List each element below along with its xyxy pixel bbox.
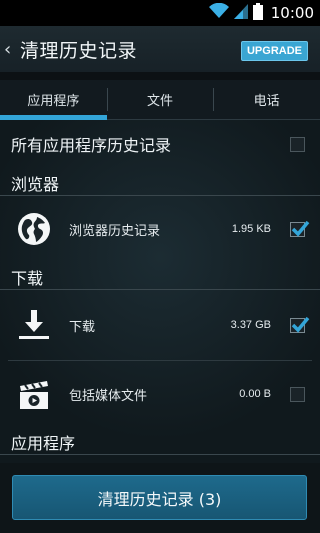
section-download: 下载 (0, 262, 320, 290)
tab-bar: 应用程序 文件 电话 (0, 80, 320, 120)
section-title-apps: 应用程序 (11, 434, 76, 453)
list-item-media-files[interactable]: 包括媒体文件 0.00 B (0, 361, 320, 427)
item-label: 下载 (69, 319, 96, 335)
all-apps-row[interactable]: 所有应用程序历史记录 (0, 120, 320, 168)
globe-icon (16, 211, 52, 247)
list-item-browser-history[interactable]: 浏览器历史记录 1.95 KB (0, 196, 320, 262)
download-checkbox[interactable] (290, 316, 310, 333)
bottom-bar: 清理历史记录 (3) (0, 463, 320, 533)
page-title[interactable]: 清理历史记录 (20, 36, 137, 63)
browser-history-checkbox[interactable] (290, 220, 310, 237)
upgrade-button[interactable]: UPGRADE (240, 41, 308, 61)
tab-phone[interactable]: 电话 (213, 80, 320, 119)
all-apps-checkbox[interactable] (290, 136, 305, 152)
media-clapper-icon (16, 376, 52, 412)
section-title-download: 下载 (11, 269, 44, 288)
item-size: 1.95 KB (231, 223, 271, 235)
section-apps: 应用程序 (0, 427, 320, 455)
list-item-download[interactable]: 下载 3.37 GB (0, 292, 320, 358)
battery-icon (252, 2, 263, 24)
item-label: 浏览器历史记录 (69, 223, 161, 239)
status-time: 10:00 (270, 4, 314, 22)
wifi-icon (208, 2, 229, 23)
download-icon (16, 307, 52, 343)
clean-history-button[interactable]: 清理历史记录 (3) (12, 475, 307, 520)
back-chevron-icon[interactable]: ‹ (4, 39, 16, 60)
section-title-browser: 浏览器 (11, 175, 60, 194)
item-label: 包括媒体文件 (69, 388, 148, 404)
history-list: 所有应用程序历史记录 浏览器 浏览器历史记录 1.95 KB 下载 下载 3.3… (0, 120, 320, 463)
section-browser: 浏览器 (0, 168, 320, 196)
media-files-checkbox[interactable] (290, 386, 305, 402)
action-bar: ‹ 清理历史记录 UPGRADE (0, 26, 320, 72)
tab-apps[interactable]: 应用程序 (0, 80, 107, 120)
signal-icon (233, 3, 248, 23)
item-size: 0.00 B (239, 388, 271, 400)
all-apps-label: 所有应用程序历史记录 (11, 136, 172, 155)
status-bar: 10:00 (0, 0, 320, 26)
tab-files[interactable]: 文件 (106, 80, 214, 119)
item-size: 3.37 GB (230, 319, 271, 331)
